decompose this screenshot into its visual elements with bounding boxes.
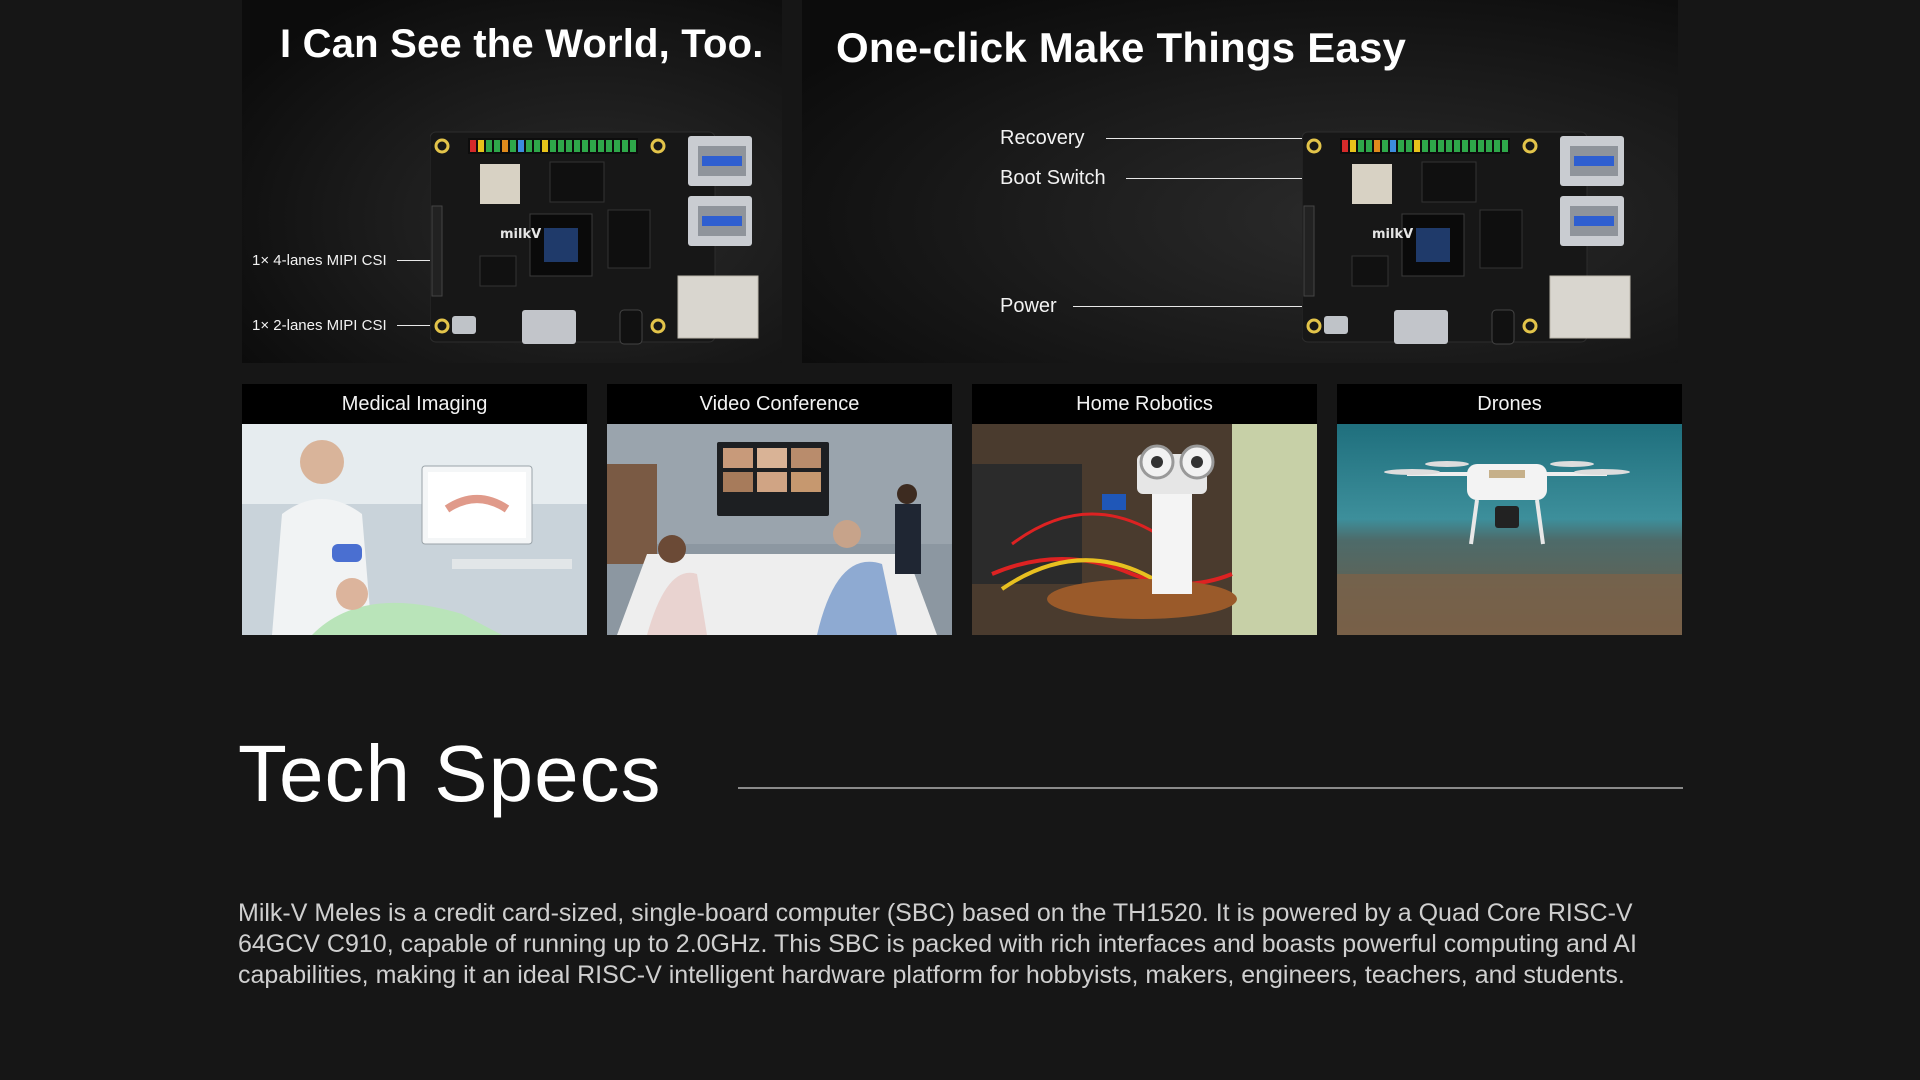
gpio-header	[468, 138, 638, 154]
milkv-board-image: milkV	[430, 131, 759, 345]
oneclick-feature-panel: One-click Make Things Easy Recovery Boot…	[802, 0, 1678, 363]
tech-specs-description: Milk-V Meles is a credit card-sized, sin…	[238, 899, 1637, 989]
board-silkscreen-label: milkV	[500, 227, 541, 242]
callout-4-lane-csi: 1× 4-lanes MIPI CSI	[252, 252, 437, 269]
medical-imaging-photo	[242, 424, 587, 635]
oneclick-feature-title: One-click Make Things Easy	[836, 24, 1407, 71]
drones-photo	[1337, 424, 1682, 635]
usb-port-bottom	[688, 196, 752, 246]
home-robotics-photo	[972, 424, 1317, 635]
use-case-card-home-robotics[interactable]: Home Robotics	[972, 384, 1317, 635]
gpio-header	[1340, 138, 1510, 154]
usb-port-bottom	[1560, 196, 1624, 246]
camera-feature-title: I Can See the World, Too.	[280, 22, 764, 66]
tech-specs-heading: Tech Specs	[238, 729, 662, 818]
use-case-card-drones[interactable]: Drones	[1337, 384, 1682, 635]
callout-power: Power	[1000, 295, 1305, 318]
camera-feature-panel: I Can See the World, Too. 1× 4-lanes MIP…	[242, 0, 782, 363]
milkv-board-image: milkV	[1302, 131, 1631, 345]
use-case-card-video-conference[interactable]: Video Conference	[607, 384, 952, 635]
use-case-card-medical-imaging[interactable]: Medical Imaging	[242, 384, 587, 635]
use-case-label: Video Conference	[699, 393, 860, 415]
usb-port-top	[688, 136, 752, 186]
tech-specs-divider	[738, 787, 1683, 789]
usb-port-top	[1560, 136, 1624, 186]
board-silkscreen-label: milkV	[1372, 227, 1413, 242]
page: I Can See the World, Too. 1× 4-lanes MIP…	[0, 0, 1920, 1080]
use-case-label: Home Robotics	[1076, 393, 1213, 415]
video-conference-photo	[607, 424, 952, 635]
use-case-label: Drones	[1477, 393, 1542, 415]
use-case-label: Medical Imaging	[341, 393, 488, 415]
